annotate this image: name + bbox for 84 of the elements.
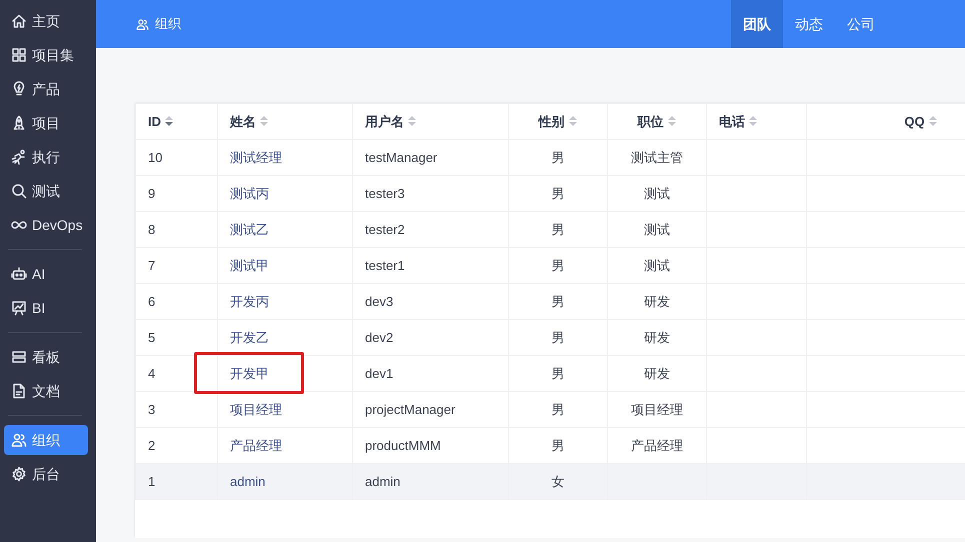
sidebar-item[interactable]: 测试 — [4, 176, 88, 206]
nav-tab[interactable]: 动态 — [783, 0, 835, 48]
sidebar-item[interactable]: 文档 — [4, 376, 88, 406]
nav-tab[interactable]: 团队 — [731, 0, 783, 48]
sidebar-item[interactable]: DevOps — [4, 210, 88, 240]
position-text: 测试 — [644, 186, 670, 201]
id-text: 2 — [148, 438, 156, 453]
sidebar-item[interactable]: 产品 — [4, 74, 88, 104]
sidebar-item[interactable]: 项目 — [4, 108, 88, 138]
gender-text: 男 — [552, 366, 564, 381]
sidebar-item[interactable]: BI — [4, 293, 88, 323]
rocket-icon — [11, 115, 27, 131]
id-text: 9 — [148, 186, 156, 201]
username-text: dev3 — [365, 294, 394, 309]
gender-text: 男 — [552, 222, 564, 237]
people-icon — [136, 18, 149, 30]
id-text: 7 — [148, 258, 156, 273]
username-text: projectManager — [365, 402, 456, 417]
search-icon — [11, 183, 27, 199]
user-name-link[interactable]: 开发甲 — [230, 364, 269, 384]
document-icon — [11, 383, 27, 399]
robot-icon — [11, 266, 27, 282]
id-text: 5 — [148, 330, 156, 345]
position-text: 产品经理 — [631, 438, 683, 453]
gender-text: 男 — [552, 186, 564, 201]
position-text: 研发 — [644, 330, 670, 345]
sort-icon[interactable] — [164, 114, 174, 127]
sidebar-item[interactable]: 后台 — [4, 459, 88, 489]
position-text: 项目经理 — [631, 402, 683, 417]
column-header[interactable]: 性别 — [538, 114, 564, 129]
username-text: dev2 — [365, 330, 394, 345]
username-text: tester1 — [365, 258, 405, 273]
gender-text: 男 — [552, 402, 564, 417]
username-text: admin — [365, 474, 400, 489]
sidebar-item[interactable]: 组织 — [4, 425, 88, 455]
board-icon — [11, 349, 27, 365]
id-text: 6 — [148, 294, 156, 309]
sidebar-item[interactable]: 执行 — [4, 142, 88, 172]
nav-tab[interactable]: 公司 — [835, 0, 887, 48]
column-header[interactable]: 电话 — [719, 114, 745, 129]
settings-icon — [11, 466, 27, 482]
home-icon — [11, 13, 27, 29]
user-name-link[interactable]: 开发乙 — [230, 328, 269, 348]
user-name-link[interactable]: 测试丙 — [230, 184, 269, 204]
column-header[interactable]: ID — [148, 114, 161, 129]
grid-icon — [11, 47, 27, 63]
lightbulb-icon — [11, 81, 27, 97]
column-header[interactable]: QQ — [904, 114, 925, 129]
gender-text: 男 — [552, 438, 564, 453]
sidebar-item[interactable]: 项目集 — [4, 40, 88, 70]
id-text: 4 — [148, 366, 156, 381]
gender-text: 女 — [552, 474, 564, 489]
running-figure-icon — [11, 149, 27, 165]
gender-text: 男 — [552, 294, 564, 309]
username-text: testManager — [365, 150, 438, 165]
user-name-link[interactable]: admin — [230, 472, 266, 492]
chart-board-icon — [11, 300, 27, 316]
people-icon — [11, 432, 27, 448]
id-text: 8 — [148, 222, 156, 237]
gender-text: 男 — [552, 330, 564, 345]
position-text: 测试 — [644, 258, 670, 273]
username-text: tester2 — [365, 222, 405, 237]
user-name-link[interactable]: 开发丙 — [230, 292, 269, 312]
user-name-link[interactable]: 测试甲 — [230, 256, 269, 276]
column-header[interactable]: 用户名 — [365, 114, 404, 129]
page-title: 组织 — [155, 15, 181, 34]
sidebar-item[interactable]: 看板 — [4, 342, 88, 372]
username-text: dev1 — [365, 366, 394, 381]
gender-text: 男 — [552, 258, 564, 273]
id-text: 1 — [148, 474, 156, 489]
gender-text: 男 — [552, 150, 564, 165]
sidebar-item[interactable]: AI — [4, 259, 88, 289]
user-name-link[interactable]: 测试乙 — [230, 220, 269, 240]
username-text: productMMM — [365, 438, 441, 453]
position-text: 测试 — [644, 222, 670, 237]
username-text: tester3 — [365, 186, 405, 201]
id-text: 10 — [148, 150, 162, 165]
column-header[interactable]: 姓名 — [230, 114, 256, 129]
sidebar-item[interactable]: 主页 — [4, 6, 88, 36]
id-text: 3 — [148, 402, 156, 417]
position-text: 测试主管 — [631, 150, 683, 165]
column-header[interactable]: 职位 — [638, 114, 664, 129]
position-text: 研发 — [644, 366, 670, 381]
position-text: 研发 — [644, 294, 670, 309]
